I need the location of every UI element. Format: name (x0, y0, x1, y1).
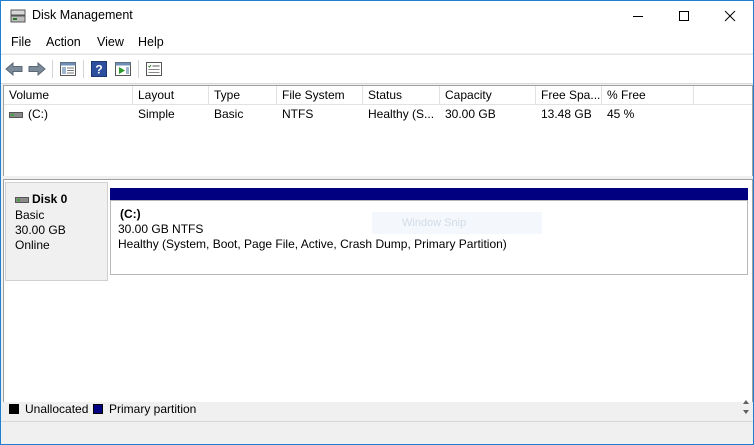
legend: Unallocated Primary partition (1, 402, 753, 418)
maximize-button[interactable] (661, 1, 707, 31)
column-header-layout[interactable]: Layout (133, 86, 209, 104)
table-row[interactable]: (C:) Simple Basic NTFS Healthy (S... 30.… (4, 105, 752, 123)
title-bar[interactable]: Disk Management (1, 1, 753, 31)
window-snip-overlay: Window Snip (372, 212, 542, 234)
toolbar-separator (83, 60, 84, 78)
menu-help[interactable]: Help (138, 35, 164, 49)
legend-swatch-primary-partition (93, 404, 103, 414)
disk-drive-icon (15, 196, 29, 203)
disk-state: Online (15, 238, 50, 252)
legend-label-primary-partition: Primary partition (109, 402, 197, 416)
minimize-icon (633, 16, 643, 17)
status-bar (1, 421, 753, 444)
volume-list-header: Volume Layout Type File System Status Ca… (4, 86, 752, 105)
window-title: Disk Management (32, 8, 133, 22)
close-icon (724, 10, 736, 22)
percent-free-cell: 45 % (607, 107, 635, 121)
volume-cell: (C:) (4, 105, 133, 123)
toolbar: ? (1, 54, 753, 84)
primary-partition-color-bar (110, 188, 748, 200)
free-space-cell: 13.48 GB (541, 107, 592, 121)
column-header-type[interactable]: Type (209, 86, 277, 104)
menu-action[interactable]: Action (46, 35, 81, 49)
disk-name: Disk 0 (32, 192, 68, 206)
column-header-file-system[interactable]: File System (277, 86, 363, 104)
forward-arrow-icon[interactable] (27, 59, 47, 79)
back-arrow-icon[interactable] (4, 59, 24, 79)
disk-size: 30.00 GB (15, 223, 66, 237)
close-button[interactable] (707, 1, 753, 31)
disk-0-label[interactable]: Disk 0 Basic 30.00 GB Online (5, 182, 108, 281)
partition-size-fs: 30.00 GB NTFS (118, 222, 204, 236)
partition-c[interactable]: (C:) 30.00 GB NTFS Healthy (System, Boot… (110, 200, 748, 275)
help-icon[interactable]: ? (89, 59, 109, 79)
show-hide-console-tree-icon[interactable] (58, 59, 78, 79)
volume-drive-icon (9, 111, 23, 118)
menu-file[interactable]: File (11, 35, 31, 49)
type-cell: Basic (214, 107, 244, 121)
menu-view[interactable]: View (97, 35, 124, 49)
partition-label: (C:) (120, 207, 141, 221)
volume-name: (C:) (28, 107, 48, 121)
menu-bar: File Action View Help (1, 31, 753, 53)
partition-c-inner: (C:) 30.00 GB NTFS Healthy (System, Boot… (114, 204, 744, 271)
file-system-cell: NTFS (282, 107, 314, 121)
disk-management-window: Disk Management File Action View Help ? (0, 0, 754, 445)
properties-icon[interactable] (144, 59, 164, 79)
column-header-percent-free[interactable]: % Free (602, 86, 694, 104)
disk-title: Disk 0 (15, 192, 67, 206)
toolbar-separator (138, 60, 139, 78)
minimize-button[interactable] (615, 1, 661, 31)
maximize-icon (679, 11, 689, 21)
partition-status: Healthy (System, Boot, Page File, Active… (118, 237, 507, 251)
column-header-capacity[interactable]: Capacity (440, 86, 536, 104)
column-header-status[interactable]: Status (363, 86, 440, 104)
column-header-volume[interactable]: Volume (4, 86, 133, 104)
layout-cell: Simple (138, 107, 175, 121)
disk-view-scroll-arrows[interactable] (741, 397, 751, 417)
disk-management-app-icon (10, 9, 26, 23)
show-action-pane-icon[interactable] (113, 59, 133, 79)
window-snip-text: Window Snip (402, 217, 467, 229)
legend-label-unallocated: Unallocated (25, 402, 89, 416)
disk-type: Basic (15, 208, 45, 222)
toolbar-separator (52, 60, 53, 78)
scroll-arrows-icon (743, 400, 749, 414)
volume-list: Volume Layout Type File System Status Ca… (3, 85, 753, 177)
legend-swatch-unallocated (9, 404, 19, 414)
column-header-free-space[interactable]: Free Spa... (536, 86, 602, 104)
capacity-cell: 30.00 GB (445, 107, 496, 121)
svg-text:?: ? (95, 63, 102, 77)
status-cell: Healthy (S... (368, 107, 435, 121)
disk-graphical-view: Disk 0 Basic 30.00 GB Online (C:) 30.00 … (3, 179, 753, 403)
